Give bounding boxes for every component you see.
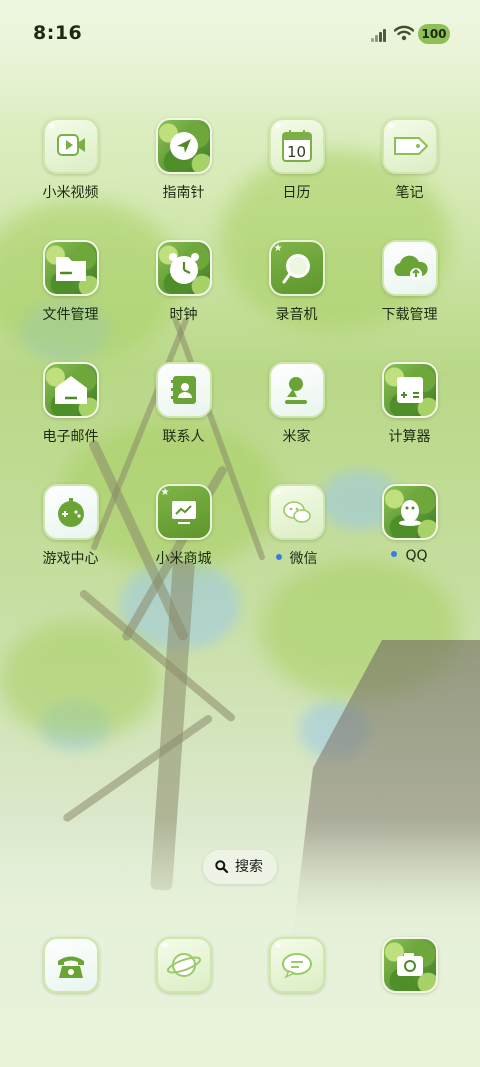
app-calculator[interactable]: 计算器 [353,362,466,446]
recorder-icon: ★ [268,240,325,296]
phone-icon [42,937,99,993]
app-qq[interactable]: QQ [353,484,466,564]
app-label: 下载管理 [381,307,438,323]
clock-icon [155,240,212,296]
contacts-icon [155,362,212,418]
app-compass[interactable]: 指南针 [127,118,240,202]
notification-dot [275,554,282,560]
app-file-manager[interactable]: 文件管理 [14,240,127,324]
cellular-signal-icon [371,28,389,42]
wechat-icon: ★ [268,484,325,540]
calendar-icon: ★ 10 [268,118,325,174]
app-game-center[interactable]: 游戏中心 [14,484,127,568]
notes-icon: ★ [381,118,438,174]
app-notes[interactable]: ★ 笔记 [353,118,466,202]
app-label: 电子邮件 [42,429,99,445]
app-clock[interactable]: 时钟 [127,240,240,324]
app-label: 小米视频 [42,185,99,201]
app-mijia[interactable]: 米家 [240,362,353,446]
status-bar: 8:16 100 [0,0,480,68]
search-button[interactable]: 搜索 [203,850,277,884]
mijia-icon [268,362,325,418]
app-label: 录音机 [275,307,318,323]
app-label: 指南针 [162,185,205,201]
video-icon: ★ [42,118,99,174]
compass-icon [155,118,212,174]
calculator-icon [381,362,438,418]
app-label: 游戏中心 [42,551,99,567]
dock: ★ ★ [0,937,480,997]
app-mi-video[interactable]: ★ 小米视频 [14,118,127,202]
qq-icon [381,484,438,540]
battery-indicator: 100 [418,24,450,44]
download-icon [381,240,438,296]
app-label: 联系人 [162,429,205,445]
app-calendar[interactable]: ★ 10 日历 [240,118,353,202]
wifi-icon [394,25,414,41]
app-download-manager[interactable]: 下载管理 [353,240,466,324]
app-label: 米家 [282,429,311,445]
dock-camera[interactable] [353,937,466,993]
app-label: 文件管理 [42,307,99,323]
browser-icon: ★ [155,937,212,993]
camera-icon [381,937,438,993]
store-icon: ★ [155,484,212,540]
dock-browser[interactable]: ★ [127,937,240,993]
app-contacts[interactable]: 联系人 [127,362,240,446]
calendar-date: 10 [286,143,307,161]
app-recorder[interactable]: ★ 录音机 [240,240,353,324]
app-label: 日历 [282,185,311,201]
status-time: 8:16 [33,22,83,44]
search-label: 搜索 [235,859,263,875]
game-icon [42,484,99,540]
app-mi-store[interactable]: ★ 小米商城 [127,484,240,568]
dock-phone[interactable] [14,937,127,993]
app-label: 微信 [289,551,318,567]
mail-icon [42,362,99,418]
folder-icon [42,240,99,296]
notification-dot [391,551,398,557]
app-label: QQ [405,548,428,564]
app-label: 笔记 [395,185,424,201]
search-icon [215,860,228,873]
app-wechat[interactable]: ★ 微信 [240,484,353,568]
app-label: 小米商城 [155,551,212,567]
app-label: 时钟 [169,307,198,323]
messages-icon: ★ [268,937,325,993]
app-label: 计算器 [388,429,431,445]
dock-messages[interactable]: ★ [240,937,353,993]
app-email[interactable]: 电子邮件 [14,362,127,446]
